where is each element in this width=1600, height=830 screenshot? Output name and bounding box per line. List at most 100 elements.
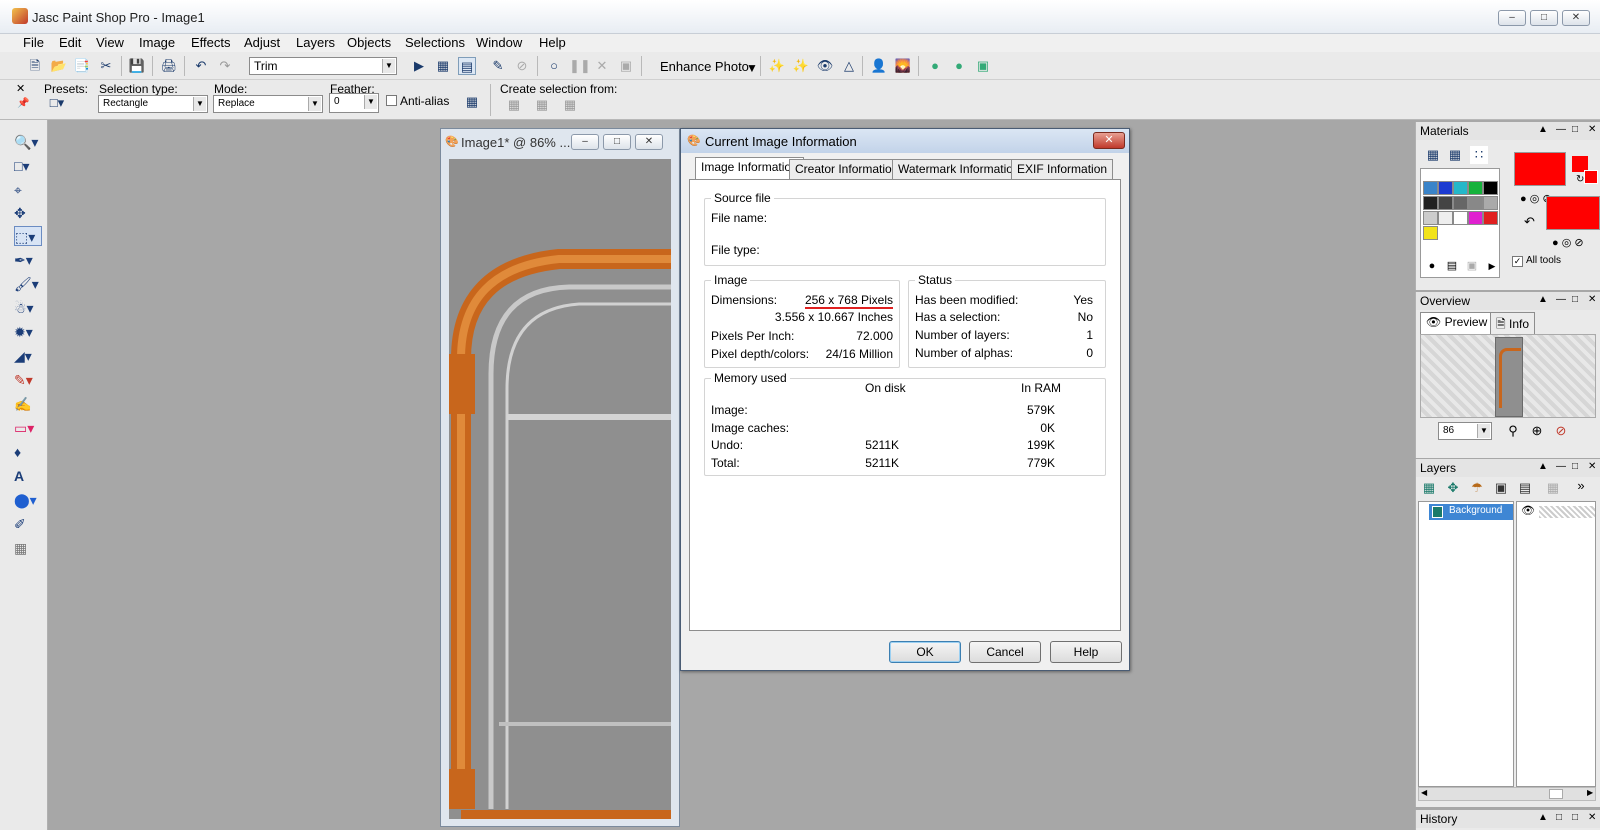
scroll-right-icon[interactable]: ▶ [1587, 788, 1593, 797]
select-none-icon[interactable]: ▦ [463, 93, 481, 111]
menu-file[interactable]: File [23, 35, 44, 50]
dropper-tool-icon[interactable]: ✒▾ [14, 250, 42, 270]
close-panel-icon[interactable]: ✕ [1588, 461, 1596, 472]
pick-tool-icon[interactable]: □▾ [14, 156, 42, 176]
tab-preview[interactable]: 👁 Preview [1420, 312, 1494, 334]
change-to-target-icon[interactable]: ✎▾ [14, 370, 42, 390]
layers-scrollbar[interactable]: ◀ ▶ [1418, 787, 1596, 801]
primary-color-swatch[interactable] [1514, 152, 1566, 186]
flood-fill-icon[interactable]: ♦ [14, 442, 42, 462]
frame-tab-icon[interactable]: ▦ [1446, 146, 1464, 164]
menu-layers[interactable]: Layers [296, 35, 335, 50]
redo-icon[interactable]: ↷ [216, 57, 234, 75]
swatch[interactable] [1453, 211, 1468, 225]
minimize-panel-icon[interactable]: — [1556, 124, 1566, 135]
menu-adjust[interactable]: Adjust [244, 35, 280, 50]
new-adjustment-layer-icon[interactable]: ☂ [1468, 479, 1486, 497]
background-style-icon[interactable]: ● ◎ ⊘ [1552, 236, 1584, 249]
more-options-icon[interactable]: » [1572, 477, 1590, 495]
menu-edit[interactable]: Edit [59, 35, 81, 50]
dialog-close-button[interactable]: ✕ [1093, 132, 1125, 149]
arrow-right-icon[interactable]: ▶ [1483, 257, 1501, 275]
edit-script-icon[interactable]: ✎ [489, 57, 507, 75]
new-vector-layer-icon[interactable]: ✥ [1444, 479, 1462, 497]
copy-icon[interactable]: ▤ [1443, 257, 1461, 275]
swatch[interactable] [1438, 211, 1453, 225]
menu-image[interactable]: Image [139, 35, 175, 50]
opacity-slider[interactable] [1539, 506, 1595, 518]
swatch[interactable] [1468, 196, 1483, 210]
zoom-tool-icon[interactable]: 🔍▾ [14, 132, 42, 152]
close-palette-icon[interactable]: ✕ [16, 82, 25, 95]
new-mask-layer-icon[interactable]: ▣ [1492, 479, 1510, 497]
interactive-script-icon[interactable]: ▤ [458, 57, 476, 75]
tab-info[interactable]: 🗎 Info [1490, 312, 1535, 334]
layer-group-icon[interactable]: ▤ [1516, 479, 1534, 497]
dodge-icon[interactable]: ◢▾ [14, 346, 42, 366]
rainbow-tab-icon[interactable]: ▦ [1424, 146, 1442, 164]
scanner-icon[interactable]: ✂ [97, 57, 115, 75]
tab-exif-information[interactable]: EXIF Information [1011, 159, 1114, 179]
pin-icon[interactable]: ▲ [1538, 812, 1548, 823]
secondary-color-swatch[interactable] [1546, 196, 1600, 230]
menu-help[interactable]: Help [539, 35, 566, 50]
menu-selections[interactable]: Selections [405, 35, 465, 50]
open-folder-icon[interactable]: 📂 [50, 57, 68, 75]
maximize-button[interactable]: □ [1530, 10, 1558, 26]
person-green-icon[interactable]: ● [926, 57, 944, 75]
swatch-grid[interactable]: ● ▤ ▣ ▶ [1420, 168, 1500, 278]
text-tool-icon[interactable]: A [14, 466, 42, 486]
swatch[interactable] [1423, 181, 1438, 195]
minimize-button[interactable]: – [1498, 10, 1526, 26]
new-file-icon[interactable]: 🗎 [26, 57, 44, 75]
swatch[interactable] [1483, 181, 1498, 195]
pin-icon[interactable]: 📌 [17, 98, 29, 109]
spinner-icon[interactable]: ▼ [1477, 424, 1490, 438]
swap-materials-icon[interactable]: ↶ [1524, 214, 1535, 230]
new-raster-layer-icon[interactable]: ▦ [1420, 479, 1438, 497]
move-tool-icon[interactable]: ✥ [14, 203, 42, 223]
tab-image-information[interactable]: Image Information [695, 157, 804, 180]
menu-view[interactable]: View [96, 35, 124, 50]
menu-effects[interactable]: Effects [191, 35, 231, 50]
maximize-panel-icon[interactable]: □ [1572, 812, 1578, 823]
swap-icon[interactable]: ↻ [1576, 174, 1584, 185]
pen-tool-icon[interactable]: ✐ [14, 514, 42, 534]
secondary-mini-swatch[interactable] [1584, 170, 1598, 184]
overview-preview[interactable] [1420, 334, 1596, 418]
trash-icon[interactable]: ▣ [1463, 257, 1481, 275]
maximize-panel-icon[interactable]: □ [1572, 124, 1578, 135]
undo-icon[interactable]: ↶ [192, 57, 210, 75]
save-icon[interactable]: 💾 [128, 57, 146, 75]
help-button[interactable]: Help [1050, 641, 1122, 663]
warp-brush-icon[interactable]: ▦ [14, 538, 42, 558]
ok-button[interactable]: OK [889, 641, 961, 663]
pin-icon[interactable]: ▲ [1538, 124, 1548, 135]
swatch[interactable] [1423, 226, 1438, 240]
maximize-panel-icon[interactable]: □ [1572, 294, 1578, 305]
crop-tool-icon[interactable]: ⌖ [14, 180, 42, 200]
3d-object-icon[interactable]: △ [840, 57, 858, 75]
tab-watermark-information[interactable]: Watermark Information [892, 159, 1026, 179]
spinner-icon[interactable]: ▼ [364, 95, 377, 109]
duplicate-layer-icon[interactable]: ▦ [1544, 479, 1562, 497]
restore-panel-icon[interactable]: □ [1556, 812, 1562, 823]
from-all-layers-icon[interactable]: ▦ [561, 96, 579, 114]
minimize-panel-icon[interactable]: — [1556, 461, 1566, 472]
cancel-script-icon[interactable]: ⊘ [513, 57, 531, 75]
clone-brush-icon[interactable]: ☃▾ [14, 298, 42, 318]
pause-icon[interactable]: ❚❚ [569, 57, 591, 75]
browse-icon[interactable]: 📑 [73, 57, 91, 75]
visibility-eye-icon[interactable]: 👁 [1521, 504, 1535, 517]
minimize-panel-icon[interactable]: — [1556, 294, 1566, 305]
zoom-out-icon[interactable]: ⚲ [1504, 422, 1522, 440]
paint-brush-icon[interactable]: 🖌▾ [14, 274, 42, 294]
run-script-icon[interactable]: ▶ [410, 57, 428, 75]
record-icon[interactable]: ○ [545, 57, 563, 75]
swatch[interactable] [1468, 211, 1483, 225]
person-orange-icon[interactable]: ● [950, 57, 968, 75]
auto-fix-icon[interactable]: ✨ [768, 57, 786, 75]
swatch[interactable] [1483, 196, 1498, 210]
swatch[interactable] [1453, 196, 1468, 210]
layer-row-background[interactable]: Background [1429, 504, 1513, 520]
